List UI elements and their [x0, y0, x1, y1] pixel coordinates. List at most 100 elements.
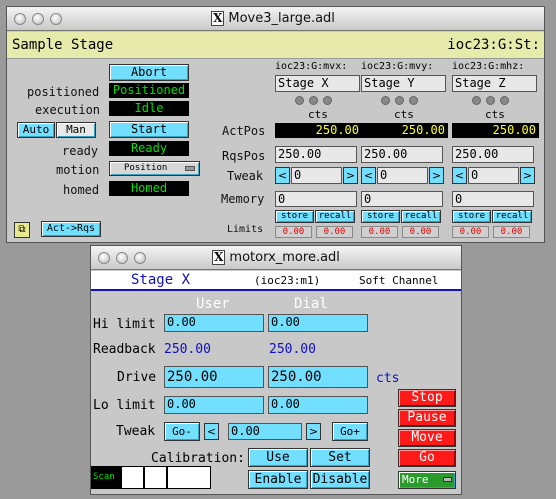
recall-button[interactable]: recall — [315, 210, 355, 223]
act-rqs-button[interactable]: Act->Rqs — [41, 221, 101, 237]
window-title-text: Move3_large.adl — [228, 11, 335, 26]
user-column-header: User — [196, 296, 230, 312]
rqspos-field[interactable]: 250.00 — [361, 146, 443, 163]
motion-mode-menu[interactable]: Position — [109, 161, 200, 176]
limit-high: 0.00 — [493, 226, 530, 238]
abort-button[interactable]: Abort — [109, 64, 189, 81]
tweak-reverse-button[interactable]: Go- — [164, 422, 200, 441]
indicator-dot-icon — [295, 96, 304, 105]
limit-low: 0.00 — [361, 226, 398, 238]
copy-icon[interactable]: ⧉ — [14, 222, 30, 238]
scan-slot-3[interactable] — [168, 467, 210, 488]
actpos-readback: 250.00 — [452, 123, 539, 138]
axis-description[interactable]: Stage X — [275, 75, 360, 92]
indicator-dot-icon — [323, 96, 332, 105]
actpos-label: ActPos — [222, 124, 266, 138]
left-arrow-icon[interactable]: < — [204, 423, 219, 440]
motorx-titlebar[interactable]: Xmotorx_more.adl — [91, 246, 461, 270]
tweak-forward-button[interactable]: Go+ — [332, 422, 368, 441]
disable-button[interactable]: Disable — [310, 470, 370, 489]
left-arrow-icon[interactable]: < — [452, 167, 467, 184]
right-arrow-icon[interactable]: > — [429, 167, 444, 184]
execution-label: execution — [35, 103, 101, 117]
dial-column-header: Dial — [294, 296, 328, 312]
calibration-label: Calibration: — [151, 451, 245, 466]
header-prefix: ioc23:G:St: — [447, 37, 540, 53]
move3-window: X Move3_large.adl Sample Stage ioc23:G:St… — [6, 6, 545, 243]
drive-user-field[interactable]: 250.00 — [164, 366, 264, 388]
right-arrow-icon[interactable]: > — [520, 167, 535, 184]
start-button[interactable]: Start — [109, 121, 189, 138]
execution-status: Idle — [109, 101, 189, 116]
window-title: Xmotorx_more.adl — [146, 250, 406, 265]
scan-slot-1[interactable] — [122, 467, 143, 488]
motion-mode-label: Position — [124, 163, 168, 173]
homed-label: homed — [63, 183, 100, 197]
calibration-use-button[interactable]: Use — [248, 448, 308, 467]
tweak-field[interactable]: 0 — [291, 167, 342, 184]
header-bar: Sample Stage ioc23:G:St: — [7, 32, 544, 59]
hi-limit-user-field[interactable]: 0.00 — [164, 314, 264, 332]
tweak-value-field[interactable]: 0.00 — [228, 423, 302, 440]
more-button[interactable]: More — [398, 471, 456, 489]
readback-label: Readback — [93, 342, 156, 357]
window-title-text: motorx_more.adl — [229, 250, 340, 265]
man-button[interactable]: Man — [56, 122, 96, 138]
tweak-field[interactable]: 0 — [468, 167, 519, 184]
hi-limit-dial-field[interactable]: 0.00 — [268, 314, 368, 332]
axis-description[interactable]: Stage Y — [361, 75, 446, 92]
tweak-field[interactable]: 0 — [377, 167, 428, 184]
drive-dial-field[interactable]: 250.00 — [268, 366, 368, 388]
window-title: X Move3_large.adl — [62, 11, 484, 26]
zoom-window-icon[interactable] — [50, 12, 62, 25]
left-arrow-icon[interactable]: < — [275, 167, 290, 184]
store-button[interactable]: store — [452, 210, 491, 223]
lo-limit-user-field[interactable]: 0.00 — [164, 396, 264, 414]
stop-button[interactable]: Stop — [398, 389, 456, 407]
window-controls — [14, 12, 62, 25]
lo-limit-dial-field[interactable]: 0.00 — [268, 396, 368, 414]
memory-field[interactable]: 0 — [275, 191, 357, 207]
memory-field[interactable]: 0 — [452, 191, 534, 207]
axis-description[interactable]: Stage Z — [452, 75, 537, 92]
minimize-window-icon[interactable] — [116, 251, 128, 264]
scan-slot-2[interactable] — [145, 467, 166, 488]
minimize-window-icon[interactable] — [32, 12, 44, 25]
close-window-icon[interactable] — [14, 12, 26, 25]
axis-pv: ioc23:G:mhz: — [452, 61, 525, 72]
ready-label: ready — [62, 144, 99, 158]
header-title: Sample Stage — [12, 37, 114, 53]
scan-label: Scan — [93, 472, 115, 482]
more-button-label: More — [402, 473, 429, 486]
hi-limit-label: Hi limit — [93, 317, 156, 332]
pause-button[interactable]: Pause — [398, 409, 456, 427]
memory-label: Memory — [221, 192, 265, 206]
motor-description: Stage X — [131, 272, 191, 288]
memory-field[interactable]: 0 — [361, 191, 443, 207]
drive-units: cts — [376, 371, 400, 386]
positioned-status: Positioned — [109, 83, 189, 98]
zoom-window-icon[interactable] — [134, 251, 146, 264]
store-button[interactable]: store — [361, 210, 400, 223]
calibration-set-button[interactable]: Set — [310, 448, 370, 467]
readback-dial: 250.00 — [269, 342, 316, 357]
move-button[interactable]: Move — [398, 429, 456, 447]
rqspos-field[interactable]: 250.00 — [275, 146, 357, 163]
rqspos-field[interactable]: 250.00 — [452, 146, 534, 163]
recall-button[interactable]: recall — [401, 210, 441, 223]
limit-low: 0.00 — [452, 226, 489, 238]
right-arrow-icon[interactable]: > — [343, 167, 358, 184]
store-button[interactable]: store — [275, 210, 314, 223]
enable-button[interactable]: Enable — [248, 470, 308, 489]
left-arrow-icon[interactable]: < — [361, 167, 376, 184]
right-arrow-icon[interactable]: > — [306, 423, 321, 440]
indicator-dot-icon — [472, 96, 481, 105]
recall-button[interactable]: recall — [492, 210, 532, 223]
close-window-icon[interactable] — [98, 251, 110, 264]
go-button[interactable]: Go — [398, 449, 456, 467]
auto-button[interactable]: Auto — [17, 122, 55, 138]
window-controls — [98, 251, 146, 264]
move3-titlebar[interactable]: X Move3_large.adl — [7, 7, 544, 31]
motor-header: Stage X (ioc23:m1) Soft Channel — [91, 271, 461, 291]
indicator-dot-icon — [395, 96, 404, 105]
